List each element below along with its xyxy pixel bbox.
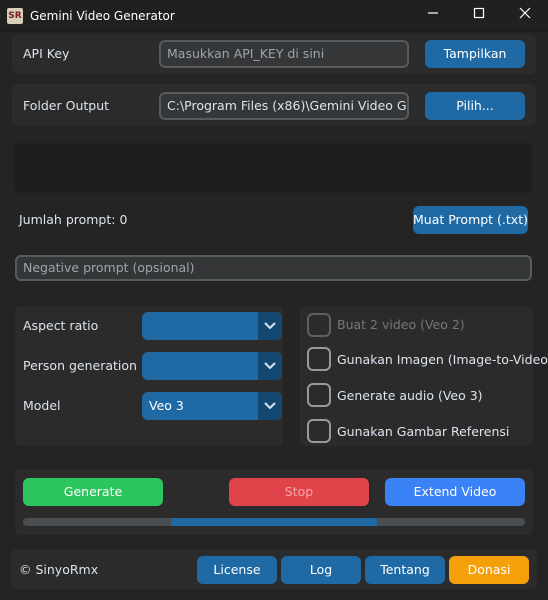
- choose-folder-button[interactable]: Pilih...: [425, 92, 525, 120]
- extend-video-button[interactable]: Extend Video: [385, 478, 525, 506]
- person-generation-select[interactable]: [142, 352, 282, 380]
- aspect-ratio-select[interactable]: [142, 312, 282, 340]
- load-prompt-button[interactable]: Muat Prompt (.txt): [413, 206, 528, 234]
- chevron-down-icon: [264, 322, 276, 330]
- chevron-down-icon: [264, 362, 276, 370]
- reference-image-checkbox[interactable]: [307, 419, 331, 443]
- reference-image-label: Gunakan Gambar Referensi: [337, 424, 510, 439]
- aspect-ratio-label: Aspect ratio: [23, 318, 99, 333]
- aspect-ratio-dropdown[interactable]: [258, 312, 282, 340]
- title-bar: SR Gemini Video Generator: [0, 0, 548, 32]
- imagen-checkbox[interactable]: [307, 347, 331, 371]
- show-api-key-button[interactable]: Tampilkan: [425, 40, 525, 68]
- about-button[interactable]: Tentang: [365, 556, 445, 584]
- api-key-input[interactable]: Masukkan API_KEY di sini: [159, 40, 409, 68]
- progress-indicator: [171, 518, 377, 526]
- stop-button[interactable]: Stop: [229, 478, 369, 506]
- output-folder-input[interactable]: C:\Program Files (x86)\Gemini Video Gene: [159, 92, 409, 120]
- person-generation-dropdown[interactable]: [258, 352, 282, 380]
- log-button[interactable]: Log: [281, 556, 361, 584]
- donate-button[interactable]: Donasi: [449, 556, 529, 584]
- two-videos-checkbox[interactable]: [307, 313, 331, 337]
- negative-prompt-input[interactable]: Negative prompt (opsional): [15, 255, 532, 281]
- chevron-down-icon: [264, 402, 276, 410]
- progress-bar: [23, 518, 525, 526]
- close-icon: [519, 7, 531, 19]
- imagen-label: Gunakan Imagen (Image-to-Video): [337, 352, 548, 367]
- model-label: Model: [23, 398, 61, 413]
- prompt-count-label: Jumlah prompt: 0: [19, 212, 128, 227]
- generate-audio-checkbox[interactable]: [307, 383, 331, 407]
- person-generation-label: Person generation: [23, 358, 137, 373]
- model-select[interactable]: Veo 3: [142, 392, 282, 420]
- generate-audio-label: Generate audio (Veo 3): [337, 388, 483, 403]
- model-value: Veo 3: [149, 398, 184, 413]
- minimize-icon: [428, 12, 438, 14]
- close-button[interactable]: [502, 0, 548, 32]
- minimize-button[interactable]: [410, 0, 456, 32]
- model-dropdown[interactable]: [258, 392, 282, 420]
- maximize-icon: [473, 7, 485, 19]
- window-title: Gemini Video Generator: [30, 9, 175, 23]
- maximize-button[interactable]: [456, 0, 502, 32]
- api-key-label: API Key: [23, 46, 70, 61]
- prompt-preview-area[interactable]: [14, 143, 532, 193]
- license-button[interactable]: License: [197, 556, 277, 584]
- generate-button[interactable]: Generate: [23, 478, 163, 506]
- output-folder-label: Folder Output: [23, 98, 110, 113]
- app-icon: SR: [7, 8, 23, 24]
- copyright-label: © SinyoRmx: [19, 562, 99, 577]
- two-videos-label: Buat 2 video (Veo 2): [337, 317, 465, 332]
